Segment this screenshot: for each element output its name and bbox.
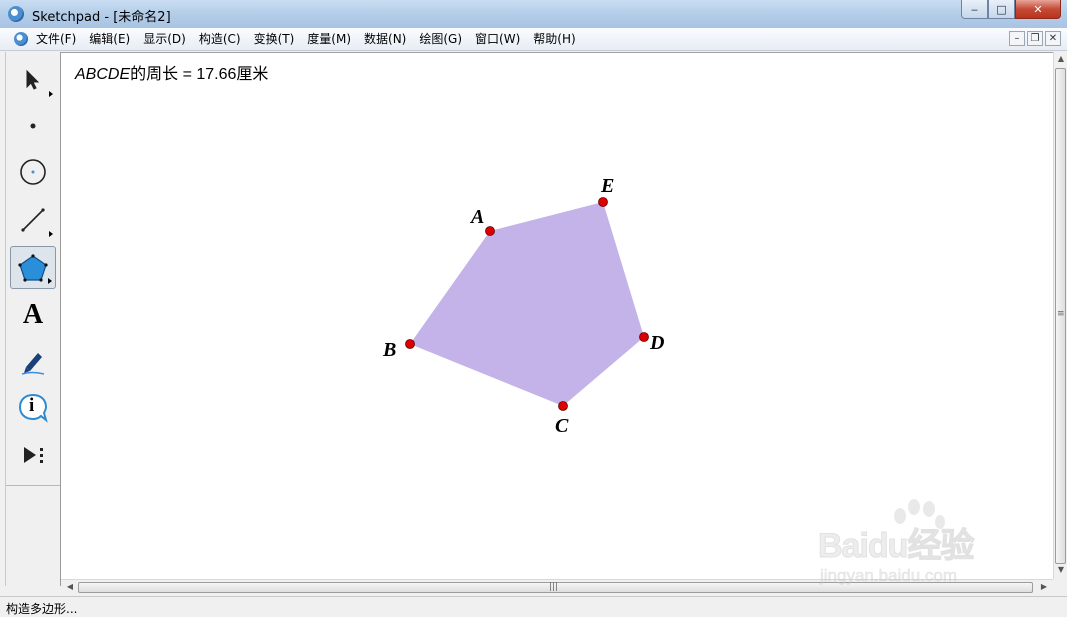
doc-restore-button[interactable]: ❐ (1027, 31, 1043, 46)
document-icon[interactable] (14, 32, 28, 46)
minimize-button[interactable]: ‒ (961, 0, 988, 19)
pen-icon (21, 352, 45, 375)
label-b[interactable]: B (382, 339, 396, 361)
menu-display[interactable]: 显示(D) (143, 31, 193, 47)
doc-minimize-button[interactable]: – (1009, 31, 1025, 46)
point-a[interactable] (485, 226, 495, 236)
vertical-scrollbar[interactable]: ▲ ≡ ▼ (1053, 52, 1067, 579)
information-tool[interactable]: i (10, 386, 56, 429)
watermark-url: jingyan.baidu.com (820, 566, 958, 586)
arrow-tool[interactable] (10, 58, 56, 101)
scroll-up-arrow-icon[interactable]: ▲ (1054, 54, 1067, 63)
arrow-pointer-icon (26, 69, 40, 90)
menu-edit[interactable]: 编辑(E) (89, 31, 137, 47)
scrollbar-corner (1053, 579, 1067, 594)
label-a[interactable]: A (469, 206, 484, 228)
label-c[interactable]: C (555, 415, 569, 437)
close-button[interactable]: ✕ (1015, 0, 1061, 19)
tool-menu-indicator (49, 231, 53, 237)
point-e[interactable] (598, 197, 608, 207)
menu-list: 文件(F) 编辑(E) 显示(D) 构造(C) 变换(T) 度量(M) 数据(N… (36, 31, 589, 47)
marker-tool[interactable] (10, 340, 56, 383)
menu-help[interactable]: 帮助(H) (533, 31, 582, 47)
menu-graph[interactable]: 绘图(G) (419, 31, 469, 47)
info-letter: i (29, 395, 35, 416)
sketchpad-app-icon (8, 6, 24, 22)
maximize-button[interactable]: □ (988, 0, 1015, 19)
point-icon (30, 123, 36, 128)
window-controls: ‒ □ ✕ (961, 0, 1061, 19)
point-c[interactable] (558, 401, 568, 411)
menu-file[interactable]: 文件(F) (36, 31, 83, 47)
straightedge-tool[interactable] (10, 198, 56, 241)
menu-number[interactable]: 数据(N) (364, 31, 413, 47)
scroll-left-arrow-icon[interactable]: ◀ (63, 582, 77, 591)
point-b[interactable] (405, 339, 415, 349)
text-tool[interactable]: A (10, 293, 56, 336)
doc-close-button[interactable]: ✕ (1045, 31, 1061, 46)
menu-bar: 文件(F) 编辑(E) 显示(D) 构造(C) 变换(T) 度量(M) 数据(N… (0, 28, 1067, 51)
toolbox-divider (6, 485, 60, 486)
grip-icon: ≡ (1057, 309, 1065, 319)
pentagon-interior[interactable] (410, 202, 644, 406)
custom-tool[interactable] (10, 433, 56, 476)
menu-transform[interactable]: 变换(T) (254, 31, 302, 47)
circle-icon (20, 158, 46, 185)
label-e[interactable]: E (600, 175, 614, 197)
compass-tool[interactable] (10, 150, 56, 193)
window-title: Sketchpad - [未命名2] (32, 10, 171, 25)
scroll-right-arrow-icon[interactable]: ▶ (1037, 582, 1051, 591)
scroll-down-arrow-icon[interactable]: ▼ (1054, 565, 1067, 574)
play-more-icon (24, 446, 43, 463)
menu-measure[interactable]: 度量(M) (307, 31, 358, 47)
menu-window[interactable]: 窗口(W) (475, 31, 527, 47)
watermark-logo: Baidu经验 (817, 527, 974, 566)
polygon-tool[interactable] (10, 246, 56, 289)
document-window-controls: – ❐ ✕ (1009, 31, 1061, 46)
polygon-icon (18, 253, 48, 282)
vertical-scroll-thumb[interactable]: ≡ (1055, 68, 1066, 564)
point-d[interactable] (639, 332, 649, 342)
tool-menu-indicator (48, 278, 52, 284)
toolbox: A i (5, 52, 61, 586)
point-tool[interactable] (10, 104, 56, 147)
baidu-watermark: Baidu经验 jingyan.baidu.com (817, 498, 1018, 593)
segment-icon (21, 207, 45, 232)
title-bar: Sketchpad - [未命名2] ‒ □ ✕ (0, 0, 1067, 29)
tool-menu-indicator (49, 91, 53, 97)
status-bar: 构造多边形... (0, 596, 1067, 616)
status-text: 构造多边形... (6, 602, 78, 616)
menu-construct[interactable]: 构造(C) (199, 31, 248, 47)
grip-icon: ||| (549, 582, 559, 592)
label-d[interactable]: D (649, 332, 664, 354)
letter-a-icon: A (22, 298, 44, 330)
